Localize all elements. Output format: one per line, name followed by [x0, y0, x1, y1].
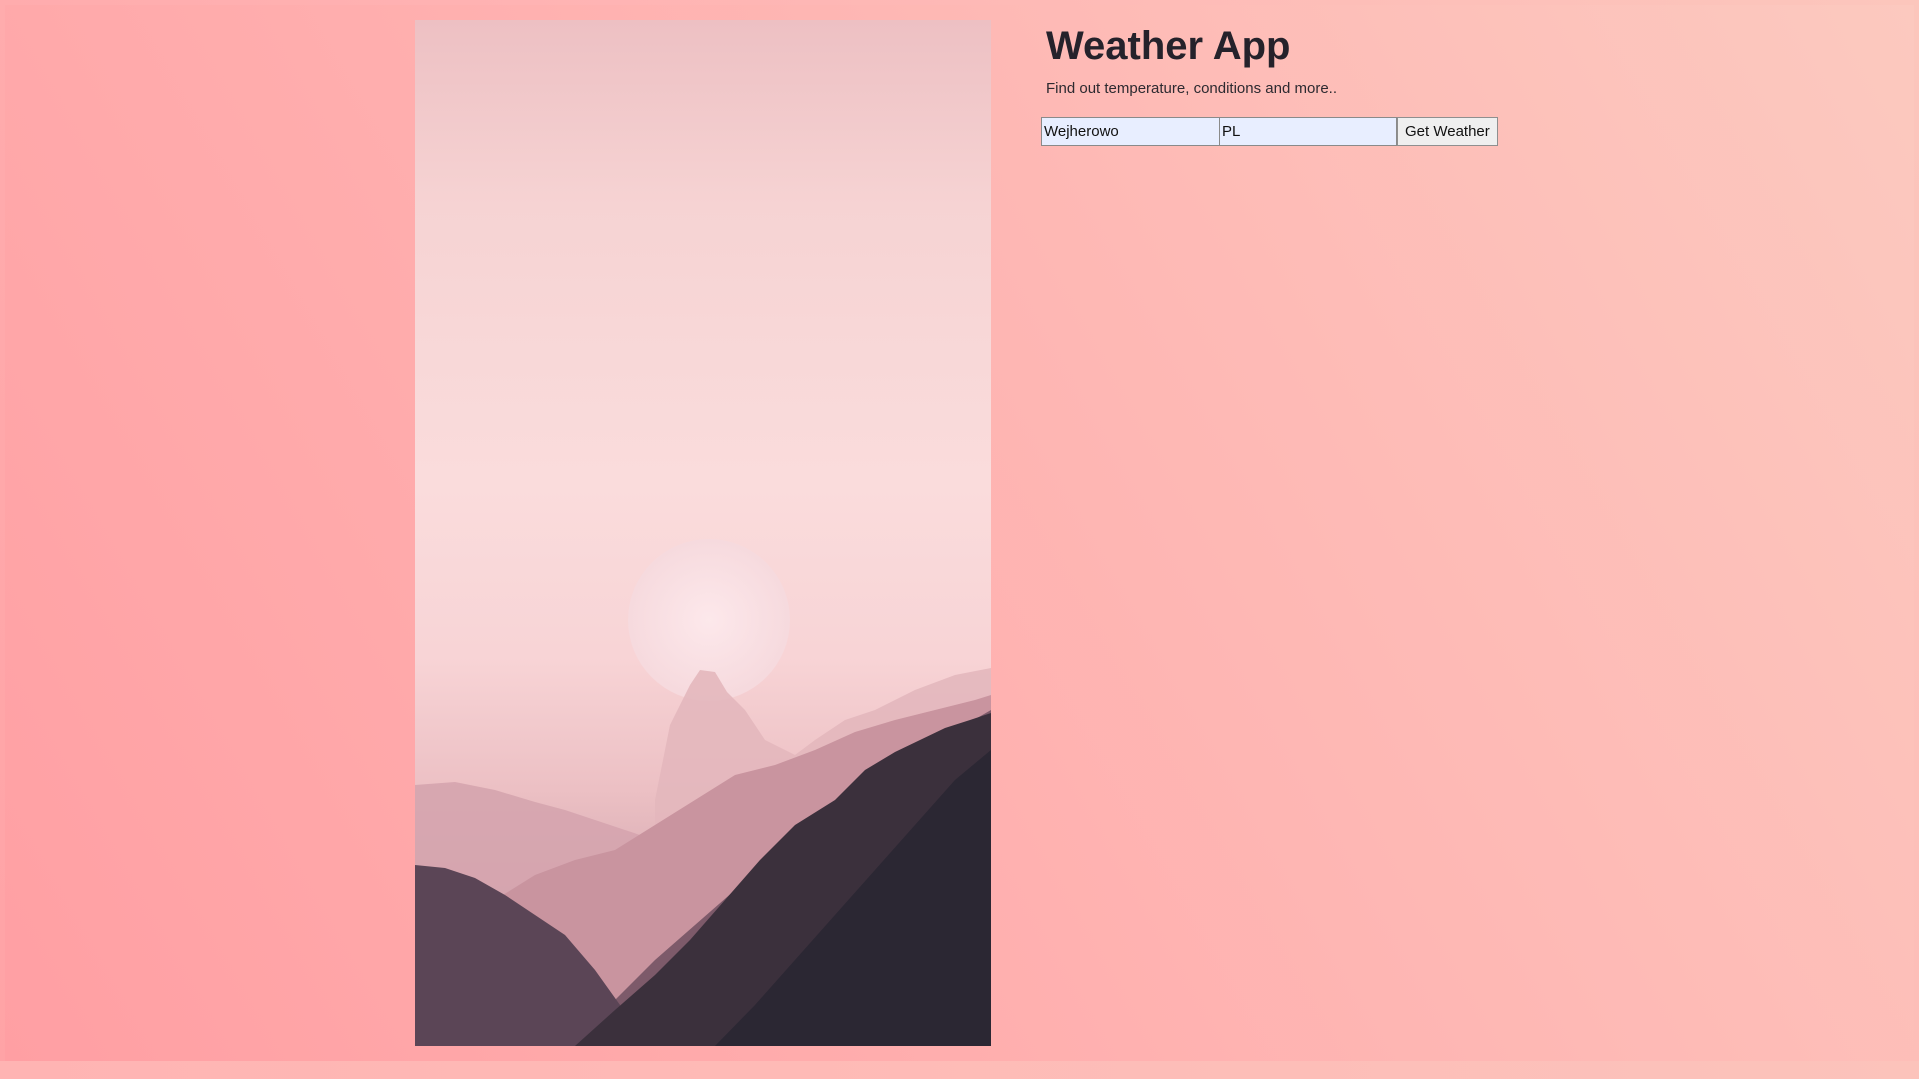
- weather-panel: Weather App Find out temperature, condit…: [1041, 20, 1546, 146]
- get-weather-button[interactable]: Get Weather: [1397, 117, 1498, 146]
- page-bottom-band: [0, 1061, 1919, 1079]
- country-input[interactable]: [1219, 117, 1397, 146]
- mountain-moon-image: [415, 20, 991, 1046]
- weather-search-form: Get Weather: [1041, 117, 1498, 146]
- city-input[interactable]: [1041, 117, 1219, 146]
- page-title: Weather App: [1046, 24, 1291, 68]
- page-subtitle: Find out temperature, conditions and mor…: [1046, 80, 1337, 97]
